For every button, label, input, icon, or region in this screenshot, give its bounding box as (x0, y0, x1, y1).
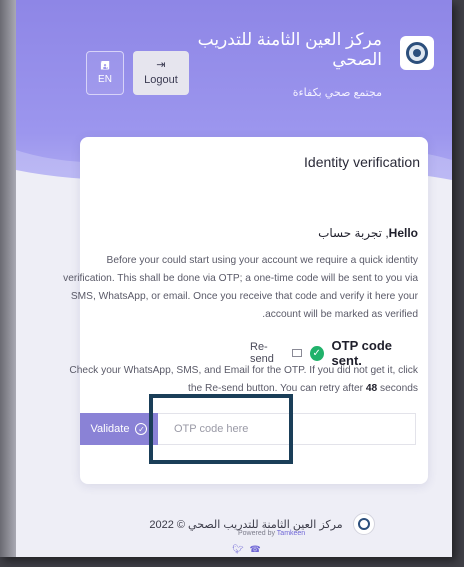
powered-by: Powered by Tamkeen (238, 530, 305, 537)
powered-by-link[interactable]: Tamkeen (277, 530, 305, 537)
org-name: مركز العين الثامنة للتدريب الصحي (197, 30, 382, 69)
logo-emblem-icon (406, 42, 428, 64)
powered-by-prefix: Powered by (238, 530, 275, 537)
language-toggle-label: EN (98, 74, 112, 85)
intro-text: Before your could start using your accou… (63, 255, 418, 320)
retry-unit: seconds (380, 383, 418, 394)
validate-button[interactable]: Validate ✓ (80, 413, 158, 445)
greeting-name: , تجربة حساب (318, 226, 389, 240)
browser-viewport: مركز العين الثامنة للتدريب الصحي مجتمع ص… (0, 0, 452, 557)
otp-instructions: Check your WhatsApp, SMS, and Email for … (62, 362, 418, 398)
logout-button[interactable]: ⇥ Logout (133, 51, 189, 95)
card-title: Identity verification (304, 154, 420, 170)
logout-label: Logout (144, 74, 178, 86)
validate-label: Validate (90, 423, 130, 435)
twitter-icon[interactable]: 🐦︎ (232, 544, 243, 555)
window-edge (0, 0, 16, 557)
retry-countdown: 48 (365, 383, 378, 394)
greeting-prefix: Hello (388, 226, 418, 240)
check-circle-icon: ✓ (309, 345, 324, 361)
greeting: Hello, تجربة حساب (260, 226, 418, 240)
mail-icon (291, 349, 302, 357)
logout-icon: ⇥ (156, 59, 166, 71)
translate-icon: 🖪 (100, 60, 110, 72)
org-tagline: مجتمع صحي بكفاءة (292, 87, 382, 99)
org-logo (400, 36, 434, 70)
logo-emblem-icon (357, 518, 370, 530)
social-links: 🐦︎ ☎ (232, 544, 261, 555)
footer-copyright: مركز العين الثامنة للتدريب الصحي © 2022 (149, 518, 343, 531)
language-toggle-button[interactable]: 🖪 EN (86, 51, 124, 95)
footer-logo (352, 513, 375, 535)
otp-status-row: Re-send ✓ OTP code sent. (240, 338, 418, 368)
check-circle-icon: ✓ (135, 423, 148, 435)
otp-input[interactable] (158, 413, 416, 445)
whatsapp-icon[interactable]: ☎ (249, 544, 260, 555)
